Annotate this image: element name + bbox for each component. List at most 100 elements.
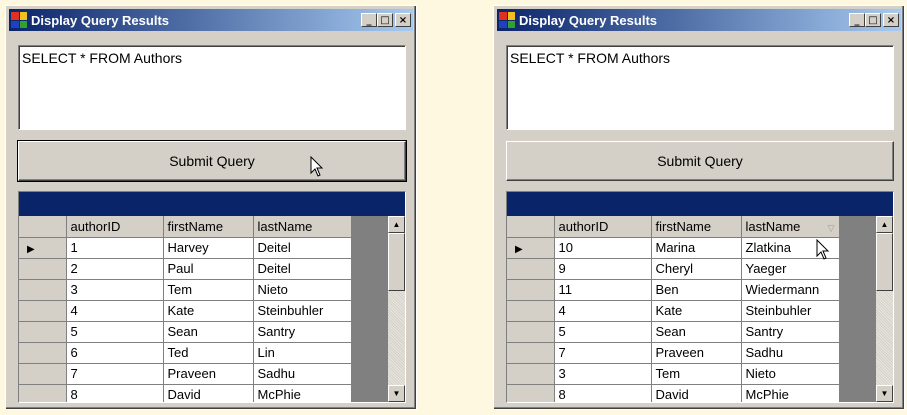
cell-lastname[interactable]: Steinbuhler xyxy=(253,300,352,322)
cell-authorid[interactable]: 8 xyxy=(554,384,652,402)
row-header[interactable] xyxy=(19,300,67,322)
cell-authorid[interactable]: 10 xyxy=(554,237,652,259)
cell-lastname[interactable]: Sadhu xyxy=(741,342,840,364)
table-row[interactable]: 7 Praveen Sadhu xyxy=(19,363,352,385)
cell-authorid[interactable]: 2 xyxy=(66,258,164,280)
table-row[interactable]: 5 Sean Santry xyxy=(507,321,840,343)
row-header[interactable] xyxy=(507,300,555,322)
cell-firstname[interactable]: Kate xyxy=(651,300,742,322)
cell-firstname[interactable]: David xyxy=(651,384,742,402)
close-button[interactable]: × xyxy=(883,13,899,27)
cell-firstname[interactable]: Harvey xyxy=(163,237,254,259)
minimize-button[interactable]: _ xyxy=(849,13,865,27)
row-header[interactable] xyxy=(507,321,555,343)
cell-authorid[interactable]: 7 xyxy=(66,363,164,385)
column-header-lastname[interactable]: lastName ▽ xyxy=(741,216,840,238)
cell-authorid[interactable]: 3 xyxy=(66,279,164,301)
cell-authorid[interactable]: 9 xyxy=(554,258,652,280)
close-button[interactable]: × xyxy=(395,13,411,27)
cell-authorid[interactable]: 3 xyxy=(554,363,652,385)
table-row[interactable]: 5 Sean Santry xyxy=(19,321,352,343)
table-row[interactable]: 7 Praveen Sadhu xyxy=(507,342,840,364)
cell-authorid[interactable]: 11 xyxy=(554,279,652,301)
cell-authorid[interactable]: 8 xyxy=(66,384,164,402)
cell-lastname[interactable]: Santry xyxy=(741,321,840,343)
cell-lastname[interactable]: Santry xyxy=(253,321,352,343)
column-header-firstname[interactable]: firstName xyxy=(163,216,254,238)
cell-authorid[interactable]: 4 xyxy=(66,300,164,322)
cell-authorid[interactable]: 6 xyxy=(66,342,164,364)
cell-firstname[interactable]: Ben xyxy=(651,279,742,301)
table-row[interactable]: ▶ 1 Harvey Deitel xyxy=(19,237,352,259)
title-bar[interactable]: Display Query Results _ □ × xyxy=(9,9,413,31)
column-header-authorid[interactable]: authorID xyxy=(554,216,652,238)
table-row[interactable]: 11 Ben Wiedermann xyxy=(507,279,840,301)
table-row[interactable]: 4 Kate Steinbuhler xyxy=(19,300,352,322)
cell-firstname[interactable]: Marina xyxy=(651,237,742,259)
row-header[interactable] xyxy=(507,384,555,402)
cell-authorid[interactable]: 7 xyxy=(554,342,652,364)
scroll-down-icon[interactable]: ▼ xyxy=(388,385,405,402)
scroll-thumb[interactable] xyxy=(876,233,893,291)
maximize-button[interactable]: □ xyxy=(865,13,881,27)
cell-lastname[interactable]: Yaeger xyxy=(741,258,840,280)
row-header[interactable] xyxy=(19,342,67,364)
results-datagrid[interactable]: authorID firstName lastName ▽ ▶ 10 Marina… xyxy=(506,191,894,403)
cell-lastname[interactable]: Deitel xyxy=(253,237,352,259)
submit-query-button[interactable]: Submit Query xyxy=(17,140,407,182)
row-header[interactable] xyxy=(507,279,555,301)
cell-firstname[interactable]: Ted xyxy=(163,342,254,364)
cell-firstname[interactable]: Kate xyxy=(163,300,254,322)
query-textbox[interactable]: SELECT * FROM Authors xyxy=(506,45,894,130)
scroll-up-icon[interactable]: ▲ xyxy=(388,216,405,233)
cell-firstname[interactable]: Sean xyxy=(163,321,254,343)
cell-lastname[interactable]: McPhie xyxy=(741,384,840,402)
cell-lastname[interactable]: Nieto xyxy=(253,279,352,301)
query-textbox[interactable]: SELECT * FROM Authors xyxy=(18,45,406,130)
cell-authorid[interactable]: 4 xyxy=(554,300,652,322)
cell-firstname[interactable]: David xyxy=(163,384,254,402)
row-header[interactable] xyxy=(507,363,555,385)
cell-firstname[interactable]: Praveen xyxy=(651,342,742,364)
vertical-scrollbar[interactable]: ▲ ▼ xyxy=(876,216,893,402)
cell-firstname[interactable]: Praveen xyxy=(163,363,254,385)
column-header-authorid[interactable]: authorID xyxy=(66,216,164,238)
row-header[interactable] xyxy=(19,363,67,385)
cell-lastname[interactable]: Wiedermann xyxy=(741,279,840,301)
table-row[interactable]: 4 Kate Steinbuhler xyxy=(507,300,840,322)
row-header[interactable] xyxy=(19,321,67,343)
table-row[interactable]: 9 Cheryl Yaeger xyxy=(507,258,840,280)
column-header-lastname[interactable]: lastName xyxy=(253,216,352,238)
table-row[interactable]: 3 Tem Nieto xyxy=(507,363,840,385)
cell-lastname[interactable]: Sadhu xyxy=(253,363,352,385)
cell-firstname[interactable]: Sean xyxy=(651,321,742,343)
vertical-scrollbar[interactable]: ▲ ▼ xyxy=(388,216,405,402)
row-header[interactable] xyxy=(507,258,555,280)
column-header-firstname[interactable]: firstName xyxy=(651,216,742,238)
cell-lastname[interactable]: McPhie xyxy=(253,384,352,402)
row-header[interactable] xyxy=(507,342,555,364)
cell-firstname[interactable]: Cheryl xyxy=(651,258,742,280)
scroll-thumb[interactable] xyxy=(388,233,405,291)
table-row[interactable]: 8 David McPhie xyxy=(19,384,352,402)
cell-authorid[interactable]: 1 xyxy=(66,237,164,259)
scroll-down-icon[interactable]: ▼ xyxy=(876,385,893,402)
cell-lastname[interactable]: Deitel xyxy=(253,258,352,280)
table-row[interactable]: 3 Tem Nieto xyxy=(19,279,352,301)
results-datagrid[interactable]: authorID firstName lastName ▶ 1 Harvey D… xyxy=(18,191,406,403)
minimize-button[interactable]: _ xyxy=(361,13,377,27)
cell-firstname[interactable]: Tem xyxy=(163,279,254,301)
table-row[interactable]: 6 Ted Lin xyxy=(19,342,352,364)
cell-lastname[interactable]: Lin xyxy=(253,342,352,364)
cell-lastname[interactable]: Steinbuhler xyxy=(741,300,840,322)
table-row[interactable]: 8 David McPhie xyxy=(507,384,840,402)
table-row[interactable]: 2 Paul Deitel xyxy=(19,258,352,280)
submit-query-button[interactable]: Submit Query xyxy=(506,141,894,181)
cell-firstname[interactable]: Paul xyxy=(163,258,254,280)
row-header[interactable]: ▶ xyxy=(507,237,555,259)
row-header[interactable] xyxy=(19,279,67,301)
maximize-button[interactable]: □ xyxy=(377,13,393,27)
title-bar[interactable]: Display Query Results _ □ × xyxy=(497,9,901,31)
cell-authorid[interactable]: 5 xyxy=(66,321,164,343)
cell-lastname[interactable]: Nieto xyxy=(741,363,840,385)
